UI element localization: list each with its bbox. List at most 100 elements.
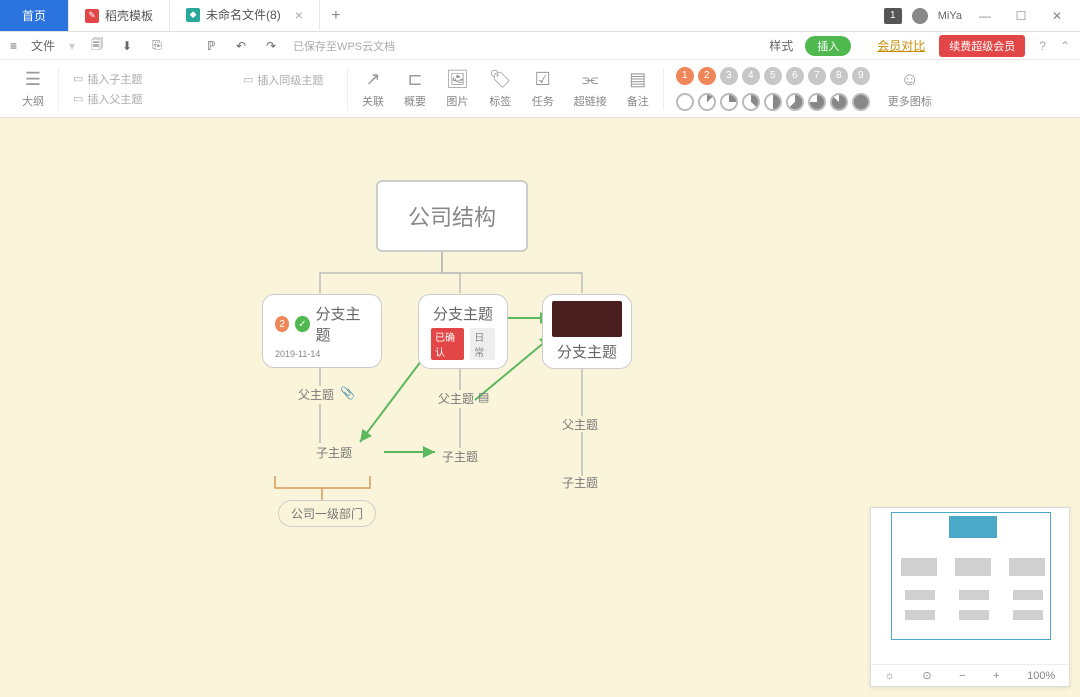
parent-node-2[interactable]: 父主题 — [438, 390, 474, 407]
marker-7[interactable]: 7 — [808, 67, 826, 85]
marker-9[interactable]: 9 — [852, 67, 870, 85]
branch-node-3[interactable]: 分支主题 — [542, 294, 632, 369]
insert-parent-button[interactable]: ▭插入父主题 — [73, 91, 223, 107]
branch2-label: 分支主题 — [433, 303, 493, 324]
undo-icon[interactable]: ↶ — [233, 38, 249, 54]
parent-icon: ▭ — [73, 92, 83, 105]
zoom-in-icon[interactable]: + — [993, 670, 999, 682]
note-indicator-icon[interactable]: ▤ — [478, 390, 489, 404]
zoom-level[interactable]: 100% — [1027, 670, 1055, 682]
root-label: 公司结构 — [408, 200, 496, 232]
tab-home[interactable]: 首页 — [0, 0, 69, 31]
marker-4[interactable]: 4 — [742, 67, 760, 85]
tab-label: 未命名文件(8) — [206, 6, 281, 23]
summary-button[interactable]: ⊏概要 — [394, 69, 436, 109]
task-button[interactable]: ☑任务 — [522, 69, 564, 109]
redo-icon[interactable]: ↷ — [263, 38, 279, 54]
vip-renew-button[interactable]: 续费超级会员 — [939, 35, 1025, 57]
progress-25[interactable] — [720, 93, 738, 111]
branch3-label: 分支主题 — [557, 341, 617, 362]
file-menu[interactable]: 文件 — [31, 37, 55, 54]
marker-2[interactable]: 2 — [698, 67, 716, 85]
root-node[interactable]: 公司结构 — [376, 180, 528, 252]
member-compare-link[interactable]: 会员对比 — [877, 37, 925, 54]
close-window-icon[interactable]: ✕ — [1044, 9, 1070, 23]
thumbnail-image — [552, 301, 622, 337]
download-icon[interactable]: ⬇ — [119, 38, 135, 54]
marker-5[interactable]: 5 — [764, 67, 782, 85]
chevron-up-icon[interactable]: ⌃ — [1060, 39, 1070, 53]
progress-62[interactable] — [786, 93, 804, 111]
fit-icon[interactable]: ⊙ — [922, 669, 931, 682]
marker-8[interactable]: 8 — [830, 67, 848, 85]
task-icon: ☑ — [535, 69, 551, 90]
outline-button[interactable]: ☰ 大纲 — [12, 69, 54, 109]
summary-label: 公司一级部门 — [291, 507, 363, 521]
priority-badge: 2 — [275, 316, 289, 332]
hyperlink-button[interactable]: ⫘超链接 — [564, 69, 617, 109]
check-icon: ✓ — [295, 316, 309, 332]
progress-50[interactable] — [764, 93, 782, 111]
tab-templates[interactable]: ✎ 稻壳模板 — [69, 0, 170, 31]
brightness-icon[interactable]: ☼ — [885, 670, 895, 682]
note-icon: ▤ — [629, 69, 646, 90]
tab-current-file[interactable]: ◆ 未命名文件(8) × — [170, 0, 320, 31]
outline-label: 大纲 — [22, 93, 44, 109]
tag-icon: 🏷 — [489, 69, 512, 90]
notification-badge[interactable]: 1 — [884, 8, 902, 24]
image-button[interactable]: 🖼图片 — [436, 69, 479, 109]
branch1-label: 分支主题 — [316, 303, 369, 345]
marker-6[interactable]: 6 — [786, 67, 804, 85]
progress-0[interactable] — [676, 93, 694, 111]
smile-icon: ☺ — [901, 69, 919, 90]
progress-37[interactable] — [742, 93, 760, 111]
tag-button[interactable]: 🏷标签 — [479, 69, 522, 109]
progress-100[interactable] — [852, 93, 870, 111]
zoom-out-icon[interactable]: − — [959, 670, 965, 682]
insert-sibling-button[interactable]: ▭插入同级主题 — [243, 72, 333, 88]
insert-tab[interactable]: 插入 — [805, 36, 851, 56]
child-node-2[interactable]: 子主题 — [442, 448, 478, 465]
canvas[interactable]: 公司结构 2 ✓ 分支主题 2019-11-14 分支主题 已确认 日常 分支主… — [0, 118, 1080, 697]
style-tab[interactable]: 样式 — [769, 37, 793, 54]
help-icon[interactable]: ? — [1039, 39, 1046, 53]
close-icon[interactable]: × — [295, 7, 303, 23]
export-icon[interactable]: ⎘ — [149, 38, 165, 54]
relation-icon: ↗ — [365, 69, 380, 90]
format-painter-icon[interactable]: ℙ — [203, 38, 219, 54]
summary-node[interactable]: 公司一级部门 — [278, 500, 376, 527]
marker-1[interactable]: 1 — [676, 67, 694, 85]
minimap[interactable]: ☼ ⊙ − + 100% — [870, 507, 1070, 687]
tab-label: 首页 — [22, 7, 46, 24]
new-tab-button[interactable]: + — [320, 0, 352, 31]
progress-75[interactable] — [808, 93, 826, 111]
save-icon[interactable]: 🗐 — [89, 38, 105, 54]
parent-node-3[interactable]: 父主题 — [562, 416, 598, 433]
menu-hamburger-icon[interactable]: ≡ — [10, 39, 17, 53]
sub-icon: ▭ — [73, 72, 83, 85]
minimap-viewport[interactable] — [891, 512, 1051, 640]
progress-12[interactable] — [698, 93, 716, 111]
maximize-icon[interactable]: ☐ — [1008, 9, 1034, 23]
attachment-icon[interactable]: 📎 — [340, 386, 355, 400]
insert-topic-group: ▭插入子主题 ▭插入父主题 — [63, 71, 233, 107]
progress-87[interactable] — [830, 93, 848, 111]
minimize-icon[interactable]: — — [972, 9, 998, 23]
date-stamp: 2019-11-14 — [275, 349, 320, 359]
note-button[interactable]: ▤备注 — [617, 69, 659, 109]
child-node-1[interactable]: 子主题 — [316, 444, 352, 461]
insert-sub-button[interactable]: ▭插入子主题 — [73, 71, 223, 87]
child-node-3[interactable]: 子主题 — [562, 474, 598, 491]
marker-3[interactable]: 3 — [720, 67, 738, 85]
branch-node-1[interactable]: 2 ✓ 分支主题 2019-11-14 — [262, 294, 382, 368]
tabs: 首页 ✎ 稻壳模板 ◆ 未命名文件(8) × + — [0, 0, 874, 31]
emoji-button[interactable]: ☺更多图标 — [878, 69, 942, 109]
avatar[interactable] — [912, 8, 928, 24]
template-icon: ✎ — [85, 9, 99, 23]
relation-button[interactable]: ↗关联 — [352, 69, 394, 109]
parent-node-1[interactable]: 父主题 — [298, 386, 334, 403]
branch-node-2[interactable]: 分支主题 已确认 日常 — [418, 294, 508, 369]
save-status: 已保存至WPS云文档 — [293, 38, 395, 54]
mindmap-file-icon: ◆ — [186, 8, 200, 22]
tag-confirmed: 已确认 — [431, 328, 464, 360]
